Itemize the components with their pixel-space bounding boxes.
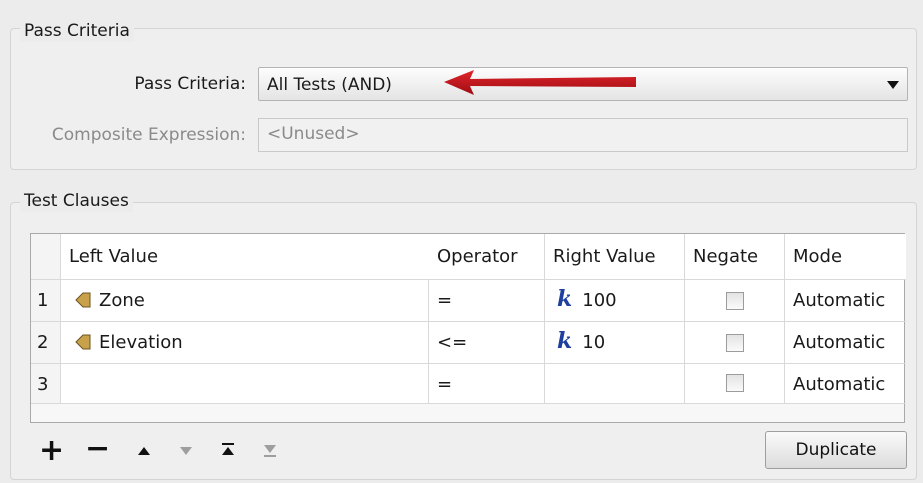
right-value-cell[interactable]: k 10 — [545, 322, 685, 364]
annotation-arrow-icon — [444, 70, 636, 95]
operator-cell[interactable]: = — [429, 280, 545, 322]
left-value-cell[interactable]: Elevation — [61, 322, 429, 364]
table-corner — [31, 234, 61, 280]
mode-cell[interactable]: Automatic — [785, 280, 906, 322]
constant-k-icon: k — [557, 328, 573, 354]
test-clauses-table: Left Value Operator Right Value Negate M… — [30, 233, 906, 423]
pass-criteria-group-title: Pass Criteria — [20, 20, 134, 42]
move-to-bottom-icon[interactable] — [264, 445, 276, 459]
mode-cell[interactable]: Automatic — [785, 364, 906, 404]
test-clauses-group-title: Test Clauses — [20, 190, 133, 212]
right-value-text: 10 — [582, 332, 606, 353]
right-value-cell[interactable]: k 100 — [545, 280, 685, 322]
add-row-icon[interactable]: + — [39, 436, 64, 466]
negate-cell — [685, 364, 785, 404]
row-number[interactable]: 1 — [31, 280, 61, 322]
move-down-icon[interactable] — [180, 447, 192, 455]
negate-cell — [685, 322, 785, 364]
duplicate-button[interactable]: Duplicate — [765, 431, 907, 469]
right-value-cell[interactable] — [545, 364, 685, 404]
remove-row-icon[interactable]: − — [85, 434, 110, 464]
column-header-right-value[interactable]: Right Value — [545, 234, 685, 280]
negate-checkbox[interactable] — [726, 334, 744, 352]
attribute-icon — [75, 334, 91, 350]
operator-cell[interactable]: = — [429, 364, 545, 404]
composite-expression-field[interactable] — [258, 118, 908, 152]
negate-checkbox[interactable] — [726, 292, 744, 310]
left-value-text: Elevation — [99, 332, 183, 353]
pass-criteria-label: Pass Criteria: — [134, 74, 246, 94]
left-value-cell[interactable] — [61, 364, 429, 404]
composite-expression-input[interactable] — [267, 124, 867, 144]
composite-expression-label: Composite Expression: — [51, 125, 246, 145]
column-header-operator[interactable]: Operator — [429, 234, 545, 280]
left-value-text: Zone — [99, 290, 145, 311]
negate-cell — [685, 280, 785, 322]
row-number[interactable]: 3 — [31, 364, 61, 404]
column-header-left-value[interactable]: Left Value — [61, 234, 459, 280]
attribute-icon — [75, 292, 91, 308]
left-value-cell[interactable]: Zone — [61, 280, 429, 322]
column-header-mode[interactable]: Mode — [785, 234, 906, 280]
row-number[interactable]: 2 — [31, 322, 61, 364]
operator-cell[interactable]: <= — [429, 322, 545, 364]
table-empty-area — [31, 404, 904, 422]
right-value-text: 100 — [582, 290, 617, 311]
constant-k-icon: k — [557, 286, 573, 312]
pass-criteria-selected-value: All Tests (AND) — [267, 75, 392, 95]
chevron-down-icon[interactable] — [887, 81, 899, 89]
column-header-negate[interactable]: Negate — [685, 234, 785, 280]
move-up-icon[interactable] — [138, 447, 150, 455]
mode-cell[interactable]: Automatic — [785, 322, 906, 364]
move-to-top-icon[interactable] — [222, 443, 234, 457]
negate-checkbox[interactable] — [726, 374, 744, 392]
